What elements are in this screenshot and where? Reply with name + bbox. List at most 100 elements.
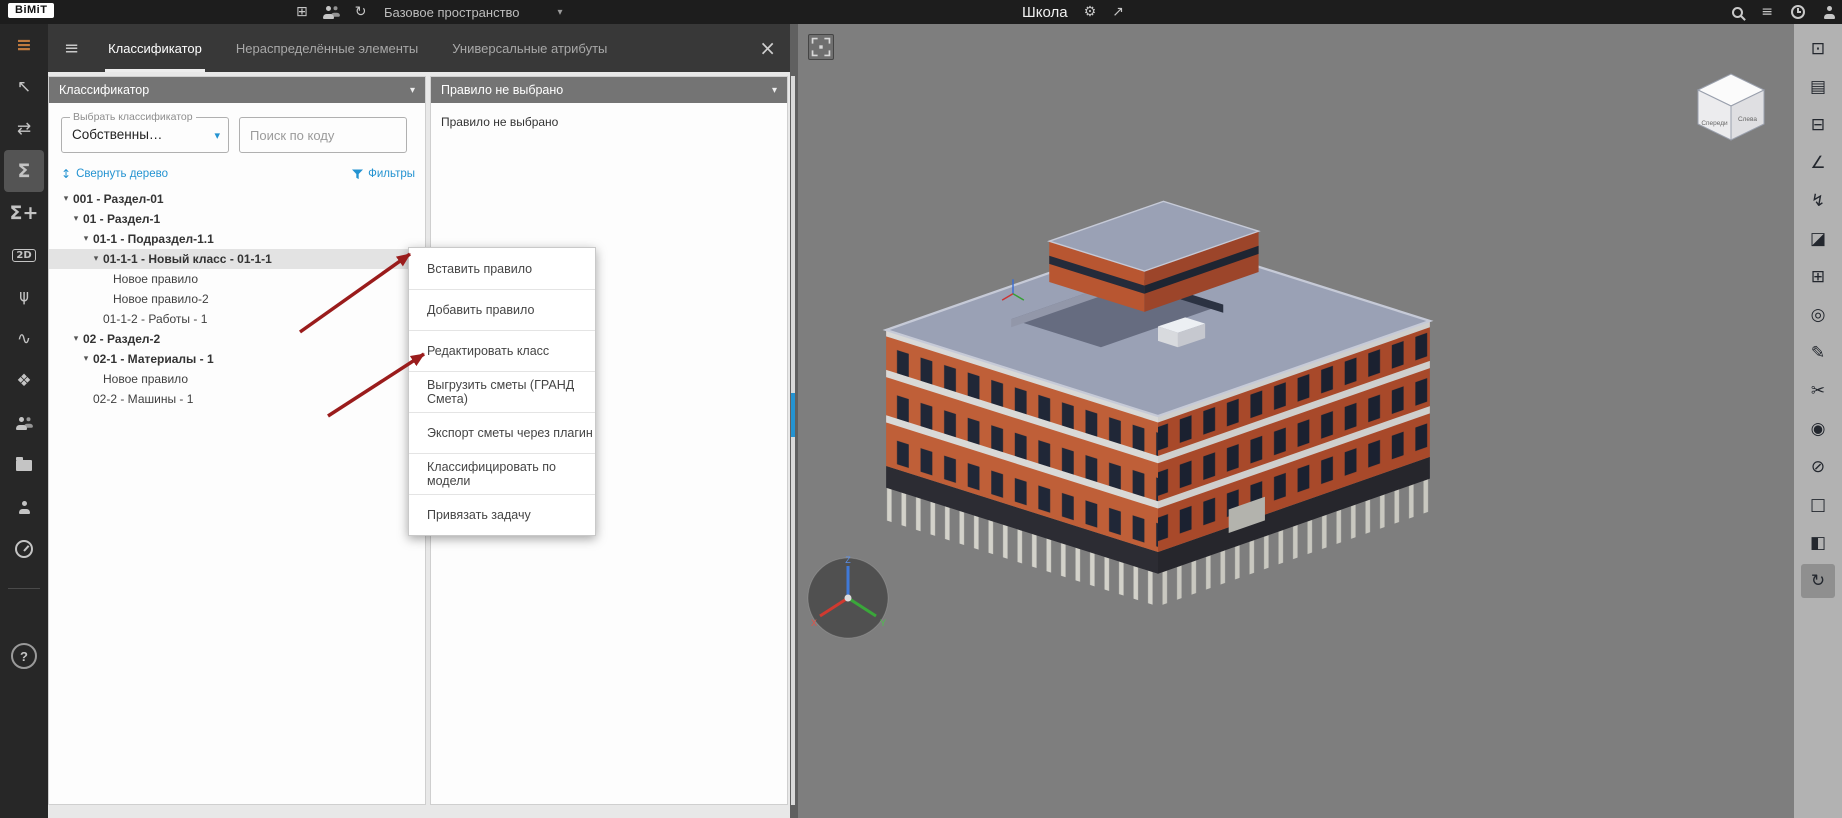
view-cube-front-label[interactable]: Спереди <box>1701 120 1728 127</box>
tree-node[interactable]: ▾ Новое правило ⋮ <box>49 269 425 289</box>
tab[interactable]: Нераспределённые элементы <box>219 24 435 72</box>
expand-caret-icon[interactable]: ▾ <box>59 194 73 204</box>
filters-button[interactable]: Фильтры <box>352 168 415 180</box>
model-browser-icon[interactable]: ≡ <box>4 24 44 66</box>
history-clock-icon[interactable] <box>1791 5 1805 19</box>
tree-node[interactable]: ▾ Новое правило ⋮ <box>49 369 425 389</box>
saved-views-icon[interactable]: ⊟ <box>1801 108 1835 142</box>
tree-actions: ↕ Свернуть дерево Фильтры <box>61 167 415 181</box>
tree-node[interactable]: ▾ 001 - Раздел-01 ⋮ <box>49 189 425 209</box>
share-icon[interactable]: ↗ <box>1112 4 1124 20</box>
scrollbar-thumb[interactable] <box>791 393 795 437</box>
select-tool-icon[interactable]: ↖ <box>4 66 44 108</box>
chevron-down-icon: ▾ <box>214 129 220 142</box>
orbit-reset-icon[interactable]: ↻ <box>1801 564 1835 598</box>
expand-caret-icon[interactable]: ▾ <box>79 234 93 244</box>
axis-x-label: X <box>811 618 817 628</box>
view-cube-left-label[interactable]: Слева <box>1738 116 1757 123</box>
context-menu-item[interactable]: Вставить правило <box>409 248 595 289</box>
classifier-header-dropdown[interactable]: Классификатор ▾ <box>49 77 425 103</box>
user-location-icon[interactable] <box>4 486 44 528</box>
users-icon[interactable] <box>4 402 44 444</box>
tree-node-label: Новое правило-2 <box>113 292 209 306</box>
navigation-gizmo[interactable]: Z X Y <box>802 552 894 644</box>
hierarchy-icon[interactable]: ⋔ <box>4 276 44 318</box>
tree-node[interactable]: ▾ 01-1-1 - Новый класс - 01-1-1 ⋮ <box>49 249 425 269</box>
expand-caret-icon[interactable]: ▾ <box>69 334 83 344</box>
code-search-input[interactable] <box>239 117 407 153</box>
expand-caret-icon[interactable]: ▾ <box>89 254 103 264</box>
context-menu-item[interactable]: Выгрузить сметы (ГРАНД Смета) <box>409 371 595 412</box>
panel-scrollbar[interactable] <box>791 76 795 805</box>
classifier-tree: ▾ 001 - Раздел-01 ⋮ ▾ 01 - Раздел-1 ⋮ ▾ <box>49 189 425 409</box>
rule-header-dropdown[interactable]: Правило не выбрано ▾ <box>431 77 787 103</box>
search-icon[interactable] <box>1732 7 1743 18</box>
help-button[interactable]: ? <box>11 643 37 669</box>
tree-node[interactable]: ▾ 01-1-2 - Работы - 1 ⋮ <box>49 309 425 329</box>
layers-icon[interactable]: ▤ <box>1801 70 1835 104</box>
estimates-icon[interactable]: Σ+ <box>4 192 44 234</box>
list-icon[interactable]: ≡ <box>1761 4 1773 20</box>
measure-icon[interactable]: ∠ <box>1801 146 1835 180</box>
classifier-icon[interactable]: Σ <box>4 150 44 192</box>
close-icon[interactable]: × <box>759 36 776 60</box>
rule-header-label: Правило не выбрано <box>441 83 563 97</box>
tree-node[interactable]: ▾ 02 - Раздел-2 ⋮ <box>49 329 425 349</box>
workspace-selector[interactable]: Базовое пространство ▾ <box>384 0 563 24</box>
context-menu-item[interactable]: Редактировать класс <box>409 330 595 371</box>
dashboard-icon[interactable] <box>4 528 44 570</box>
sync-icon[interactable]: ↻ <box>355 4 367 20</box>
settings-gear-icon[interactable]: ⚙ <box>1084 4 1097 20</box>
expand-caret-icon[interactable]: ▾ <box>69 214 83 224</box>
view-cube[interactable]: Спереди Слева <box>1688 64 1774 148</box>
tab[interactable]: Универсальные атрибуты <box>435 24 624 72</box>
tree-node-label: 01-1-2 - Работы - 1 <box>103 312 207 326</box>
hide-icon[interactable]: ⊘ <box>1801 450 1835 484</box>
viewport-3d[interactable]: Спереди Слева Z X Y <box>798 24 1794 818</box>
show-icon[interactable]: ◉ <box>1801 412 1835 446</box>
context-menu-item[interactable]: Классифицировать по модели <box>409 453 595 494</box>
tab[interactable]: Классификатор <box>91 24 219 72</box>
collapse-tree-button[interactable]: ↕ Свернуть дерево <box>61 167 168 181</box>
grid-icon[interactable]: ⊞ <box>1801 260 1835 294</box>
tree-node[interactable]: ▾ 02-1 - Материалы - 1 ⋮ <box>49 349 425 369</box>
plugins-icon[interactable]: ❖ <box>4 360 44 402</box>
context-menu-item[interactable]: Добавить правило <box>409 289 595 330</box>
clip-icon[interactable]: ✂ <box>1801 374 1835 408</box>
context-menu-item[interactable]: Экспорт сметы через плагин <box>409 412 595 453</box>
fit-selection-icon[interactable]: ⊡ <box>1801 32 1835 66</box>
tree-node[interactable]: ▾ 02-2 - Машины - 1 ⋮ <box>49 389 425 409</box>
classifier-header-label: Классификатор <box>59 83 149 97</box>
tree-node-label: 01-1 - Подраздел-1.1 <box>93 232 214 246</box>
fit-view-button[interactable] <box>808 34 834 60</box>
select-label: Выбрать классификатор <box>70 111 196 123</box>
tree-node-label: 02-2 - Машины - 1 <box>93 392 193 406</box>
tree-node[interactable]: ▾ Новое правило-2 ⋮ <box>49 289 425 309</box>
clash-detection-icon[interactable]: ↯ <box>1801 184 1835 218</box>
expand-caret-icon[interactable]: ▾ <box>79 354 93 364</box>
tree-node[interactable]: ▾ 01 - Раздел-1 ⋮ <box>49 209 425 229</box>
shared-folder-icon[interactable] <box>4 444 44 486</box>
building-model <box>868 194 1448 611</box>
relations-icon[interactable]: ⇄ <box>4 108 44 150</box>
analytics-icon[interactable]: ∿ <box>4 318 44 360</box>
filter-icon <box>352 169 363 180</box>
chevron-down-icon: ▾ <box>772 85 777 96</box>
focus-icon[interactable]: ◎ <box>1801 298 1835 332</box>
2d-view-icon[interactable]: 2D <box>4 234 44 276</box>
toolbar-divider <box>8 588 40 589</box>
team-icon[interactable] <box>322 5 341 19</box>
toolbox-icon[interactable]: ⊞ <box>296 4 308 20</box>
annotate-icon[interactable]: ✎ <box>1801 336 1835 370</box>
context-menu-item[interactable]: Привязать задачу <box>409 494 595 535</box>
half-shade-icon[interactable]: ◧ <box>1801 526 1835 560</box>
class-context-menu: Вставить правило Добавить правило Редакт… <box>408 247 596 536</box>
selection-frame-icon[interactable]: □ <box>1801 488 1835 522</box>
collapse-icon: ↕ <box>61 167 71 181</box>
classifier-select[interactable]: Выбрать классификатор Собственны… ▾ <box>61 117 229 153</box>
section-box-icon[interactable]: ◪ <box>1801 222 1835 256</box>
tree-node[interactable]: ▾ 01-1 - Подраздел-1.1 ⋮ <box>49 229 425 249</box>
classifier-body: Выбрать классификатор Собственны… ▾ ↕ Св… <box>49 103 425 804</box>
panel-menu-icon[interactable]: ≡ <box>64 38 79 59</box>
user-avatar-icon[interactable] <box>1823 6 1836 19</box>
